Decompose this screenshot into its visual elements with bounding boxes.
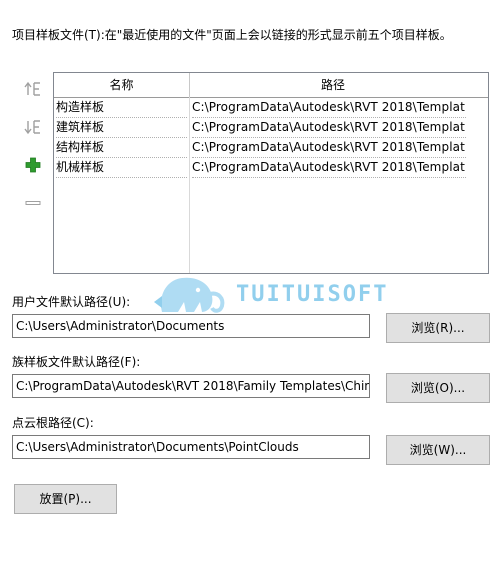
cloud-path-label: 点云根路径(C): — [12, 416, 94, 430]
remove-button[interactable] — [22, 192, 44, 214]
watermark-text: TUITUISOFT — [236, 282, 389, 307]
table-row[interactable]: 建筑样板 C:\ProgramData\Autodesk\RVT 2018\Te… — [54, 118, 488, 138]
move-up-icon — [24, 81, 40, 96]
row-path: C:\ProgramData\Autodesk\RVT 2018\Templat… — [192, 118, 466, 138]
place-button[interactable]: 放置(P)... — [14, 484, 117, 514]
row-name: 结构样板 — [56, 138, 187, 158]
remove-icon — [25, 201, 41, 205]
user-path-label: 用户文件默认路径(U): — [12, 295, 131, 309]
family-path-label: 族样板文件默认路径(F): — [12, 355, 141, 369]
row-name: 构造样板 — [56, 98, 187, 118]
family-path-browse-button[interactable]: 浏览(O)... — [386, 373, 490, 403]
move-up-button[interactable] — [22, 78, 44, 100]
row-path: C:\ProgramData\Autodesk\RVT 2018\Templat… — [192, 98, 466, 118]
table-row[interactable]: 构造样板 C:\ProgramData\Autodesk\RVT 2018\Te… — [54, 98, 488, 118]
row-name: 机械样板 — [56, 158, 187, 178]
row-name: 建筑样板 — [56, 118, 187, 138]
column-header-name[interactable]: 名称 — [54, 73, 190, 97]
table-header: 名称 路径 — [54, 73, 488, 98]
add-icon — [25, 157, 41, 173]
row-path: C:\ProgramData\Autodesk\RVT 2018\Templat… — [192, 158, 466, 178]
table-row[interactable]: 结构样板 C:\ProgramData\Autodesk\RVT 2018\Te… — [54, 138, 488, 158]
move-down-icon — [24, 120, 40, 135]
user-path-input[interactable]: C:\Users\Administrator\Documents — [12, 314, 370, 338]
user-path-browse-button[interactable]: 浏览(R)... — [386, 313, 490, 343]
family-path-input[interactable]: C:\ProgramData\Autodesk\RVT 2018\Family … — [12, 374, 370, 398]
template-description: 项目样板文件(T):在"最近使用的文件"页面上会以链接的形式显示前五个项目样板。 — [12, 28, 452, 42]
table-row[interactable]: 机械样板 C:\ProgramData\Autodesk\RVT 2018\Te… — [54, 158, 488, 178]
cloud-path-browse-button[interactable]: 浏览(W)... — [386, 435, 490, 465]
add-button[interactable] — [22, 154, 44, 176]
column-header-path[interactable]: 路径 — [190, 73, 476, 97]
move-down-button[interactable] — [22, 116, 44, 138]
cloud-path-input[interactable]: C:\Users\Administrator\Documents\PointCl… — [12, 435, 370, 459]
template-table[interactable]: 名称 路径 构造样板 C:\ProgramData\Autodesk\RVT 2… — [53, 72, 489, 274]
row-path: C:\ProgramData\Autodesk\RVT 2018\Templat… — [192, 138, 466, 158]
